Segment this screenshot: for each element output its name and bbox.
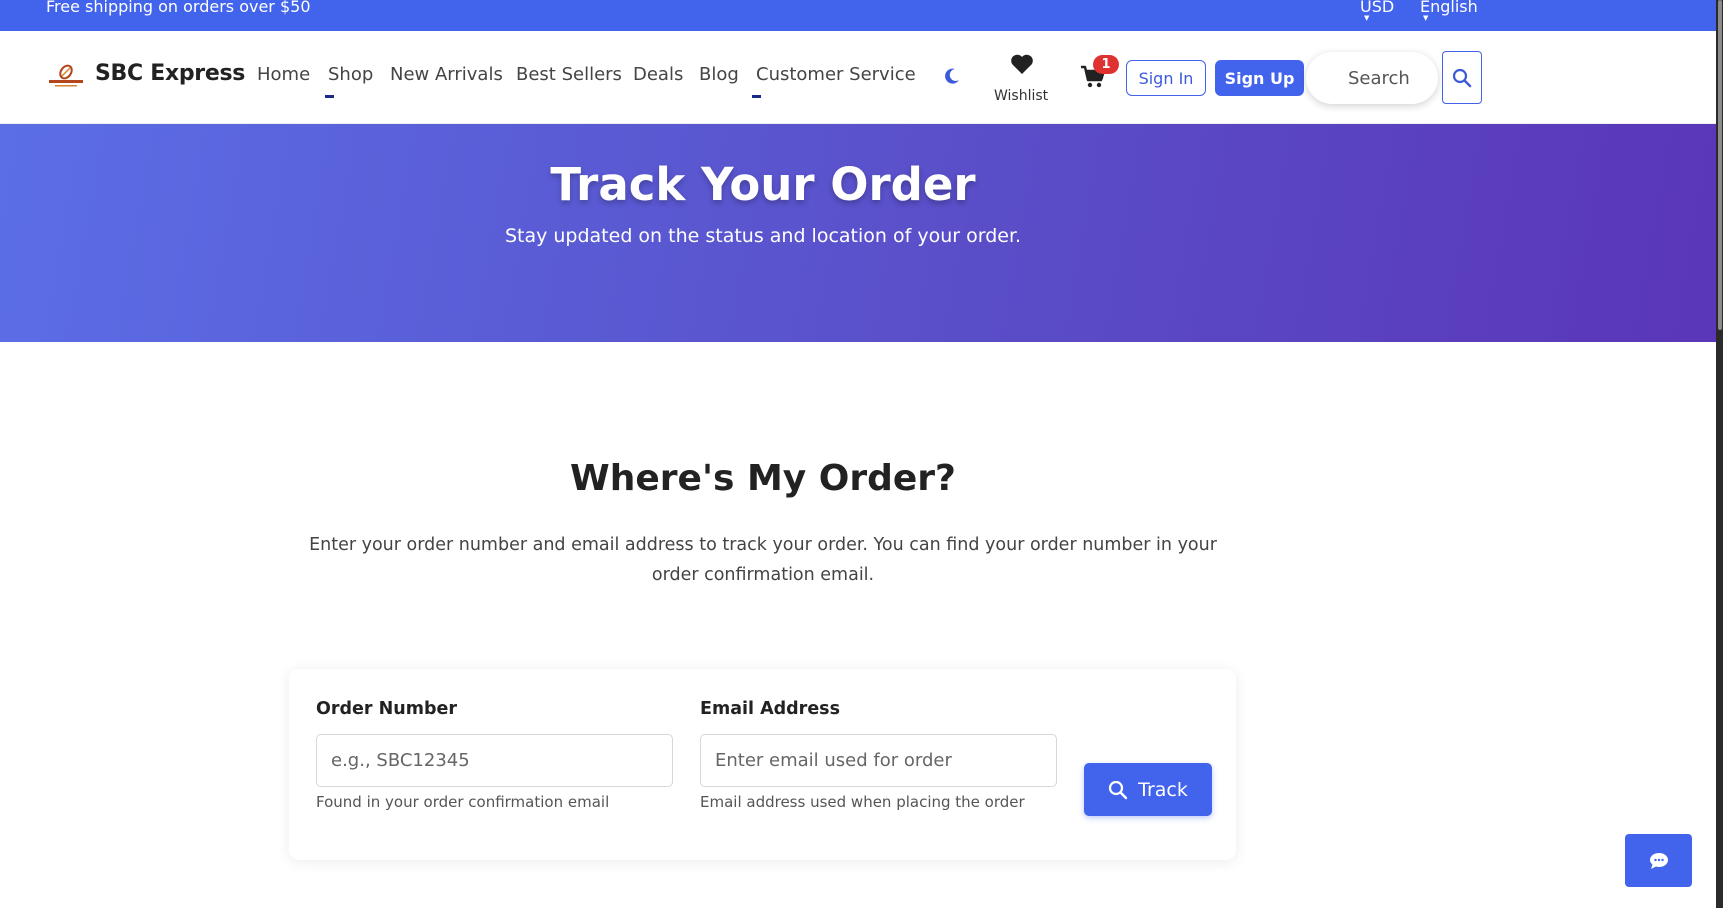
order-number-input[interactable] (316, 734, 673, 787)
search-icon (1452, 68, 1472, 87)
nav-deals[interactable]: Deals (633, 64, 683, 85)
moon-icon[interactable] (943, 67, 961, 85)
scrollbar-thumb[interactable] (1718, 0, 1722, 330)
order-number-label: Order Number (316, 699, 457, 719)
cart-count-badge: 1 (1093, 55, 1119, 74)
heart-icon[interactable] (1010, 53, 1034, 75)
hero-title: Track Your Order (550, 158, 976, 211)
customer-service-dropdown-indicator (752, 95, 761, 98)
email-label: Email Address (700, 699, 841, 719)
track-button[interactable]: Track (1084, 763, 1212, 816)
track-order-form: Order Number Found in your order confirm… (289, 669, 1236, 860)
section-description: Enter your order number and email addres… (309, 535, 1217, 585)
brand-logo[interactable] (47, 63, 85, 89)
shop-dropdown-indicator (325, 95, 334, 98)
chat-button[interactable] (1625, 834, 1692, 887)
language-caret-icon: ▼ (1423, 14, 1429, 22)
sign-up-button[interactable]: Sign Up (1215, 60, 1304, 96)
nav-home[interactable]: Home (257, 64, 310, 85)
nav-best-sellers[interactable]: Best Sellers (516, 64, 622, 85)
sign-in-button[interactable]: Sign In (1126, 60, 1206, 96)
nav-new-arrivals[interactable]: New Arrivals (390, 64, 503, 85)
nav-shop[interactable]: Shop (328, 64, 373, 85)
hero-banner: Track Your Order Stay updated on the sta… (0, 124, 1716, 342)
currency-caret-icon: ▼ (1364, 14, 1370, 22)
shipping-promo-text: Free shipping on orders over $50 (46, 0, 311, 16)
brand-name[interactable]: SBC Express (95, 61, 245, 86)
language-selector[interactable]: English (1420, 0, 1478, 16)
nav-blog[interactable]: Blog (699, 64, 739, 85)
announcement-bar: Free shipping on orders over $50 USD ▼ E… (0, 0, 1716, 31)
search-input[interactable] (1306, 52, 1438, 104)
nav-customer-service[interactable]: Customer Service (756, 64, 916, 85)
track-button-label: Track (1138, 778, 1188, 801)
search-icon (1109, 780, 1128, 799)
email-hint: Email address used when placing the orde… (700, 793, 1025, 811)
main-navbar: SBC Express Home Shop New Arrivals Best … (0, 31, 1716, 124)
chat-icon (1649, 852, 1668, 869)
email-input[interactable] (700, 734, 1057, 787)
order-number-hint: Found in your order confirmation email (316, 793, 610, 811)
section-title: Where's My Order? (570, 458, 956, 499)
search-button[interactable] (1442, 51, 1482, 104)
hero-subtitle: Stay updated on the status and location … (504, 225, 1022, 247)
wishlist-label[interactable]: Wishlist (994, 88, 1048, 104)
